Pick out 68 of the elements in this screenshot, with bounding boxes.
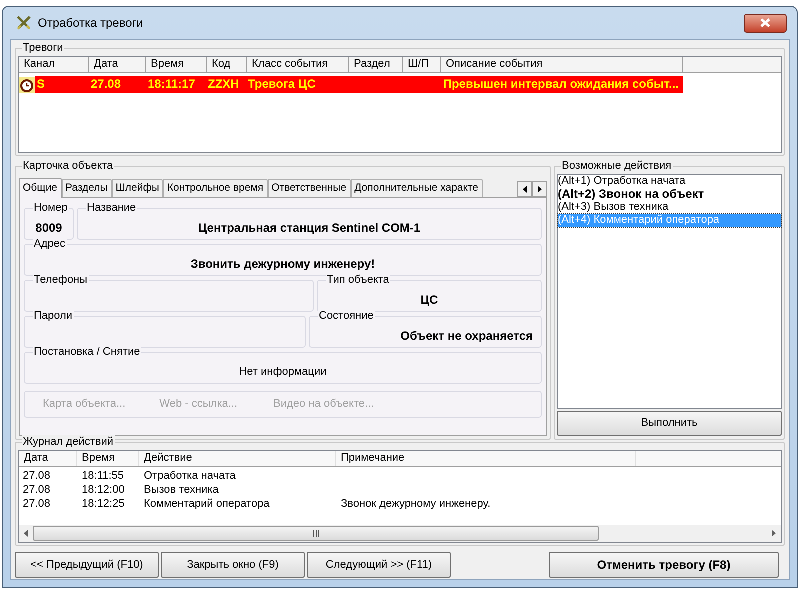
table-cell-text: 18:11:17	[147, 76, 196, 93]
left-arrow-icon	[24, 530, 28, 537]
group-title: Тревоги	[22, 41, 64, 55]
table-cell-text: Звонок дежурному инженеру.	[340, 497, 491, 511]
scroll-left-button[interactable]	[517, 181, 532, 197]
column-header[interactable]: Дата	[89, 57, 146, 72]
table-cell-text: S	[36, 76, 46, 93]
table-cell-text: 27.08	[22, 483, 52, 497]
table-cell-text: Превышен интервал ожидания событ...	[442, 76, 680, 93]
execute-button[interactable]: Выполнить	[557, 411, 782, 436]
column-header[interactable]: Ш/П	[403, 57, 441, 72]
field-label: Пароли	[33, 310, 74, 323]
tab[interactable]: Контрольное время	[163, 179, 268, 197]
grip-icon	[312, 530, 320, 537]
table-cell-text: 27.08	[22, 497, 52, 511]
field-value: Объект не охраняется	[400, 328, 533, 344]
tab[interactable]: Шлейфы	[112, 179, 164, 197]
field-value: Центральная станция Sentinel COM-1	[198, 220, 421, 236]
column-header[interactable]: Действие	[139, 451, 336, 466]
tab[interactable]: Общие	[19, 178, 62, 198]
tab[interactable]: Ответственные	[268, 179, 351, 197]
tab[interactable]: Дополнительные характе	[350, 179, 483, 197]
column-header[interactable]: Время	[146, 57, 207, 72]
scroll-right-button[interactable]	[532, 181, 547, 197]
close-button[interactable]	[744, 14, 787, 32]
group-title: Журнал действий	[22, 435, 115, 449]
table-cell-text: 27.08	[90, 76, 122, 93]
tab[interactable]: Разделы	[62, 179, 112, 197]
column-header[interactable]: Описание события	[441, 57, 683, 72]
dialog-button[interactable]: << Предыдущий (F10)	[15, 552, 159, 578]
field-label: Номер	[33, 202, 69, 215]
close-icon	[760, 18, 771, 28]
column-header[interactable]: Класс события	[247, 57, 349, 72]
group-title: Карточка объекта	[22, 159, 114, 173]
column-header[interactable]: Канал	[19, 57, 89, 72]
group-title: Возможные действия	[561, 159, 673, 173]
right-arrow-icon	[772, 530, 776, 537]
table-cell-text: Тревога ЦС	[247, 76, 317, 93]
table-cell-text: Отработка начата	[143, 469, 237, 483]
column-header[interactable]: Время	[77, 451, 139, 466]
dialog-button[interactable]: Отменить тревогу (F8)	[549, 552, 779, 578]
field-value: ЦС	[420, 292, 438, 308]
table-cell-text: 18:12:00	[81, 483, 126, 497]
action-item[interactable]: (Alt+1) Отработка начата	[558, 175, 781, 188]
table-cell-text: 27.08	[22, 469, 52, 483]
window-title: Отработка тревоги	[38, 15, 144, 32]
dialog-button[interactable]: Следующий >> (F11)	[307, 552, 451, 578]
action-item[interactable]: (Alt+3) Вызов техника	[558, 201, 781, 214]
table-cell-text: 18:12:25	[81, 497, 126, 511]
left-arrow-icon	[522, 186, 526, 192]
table-cell-text: Вызов техника	[143, 483, 220, 497]
field-value: Звонить дежурному инженеру!	[190, 256, 376, 272]
column-header[interactable]: Код	[207, 57, 247, 72]
right-arrow-icon	[538, 186, 542, 192]
column-header[interactable]: Примечание	[336, 451, 636, 466]
crossed-swords-icon	[16, 15, 32, 31]
field-label: Адрес	[33, 238, 66, 251]
column-header[interactable]: Раздел	[349, 57, 403, 72]
field-label: Телефоны	[33, 274, 89, 287]
alarm-row[interactable]: S 27.08 18:11:17 ZZXH Тревога ЦС Превышен интервал ожидания событ...	[35, 76, 683, 93]
field-value: 8009	[36, 220, 62, 236]
column-header[interactable]: Дата	[19, 451, 77, 466]
table-cell-text: 18:11:55	[81, 469, 126, 483]
action-item[interactable]: (Alt+2) Звонок на объект	[558, 188, 781, 201]
dialog-button[interactable]: Закрыть окно (F9)	[161, 552, 305, 578]
field-value: Нет информации	[239, 365, 327, 380]
table-cell-text: Комментарий оператора	[143, 497, 271, 511]
table-cell-text: ZZXH	[207, 76, 240, 93]
